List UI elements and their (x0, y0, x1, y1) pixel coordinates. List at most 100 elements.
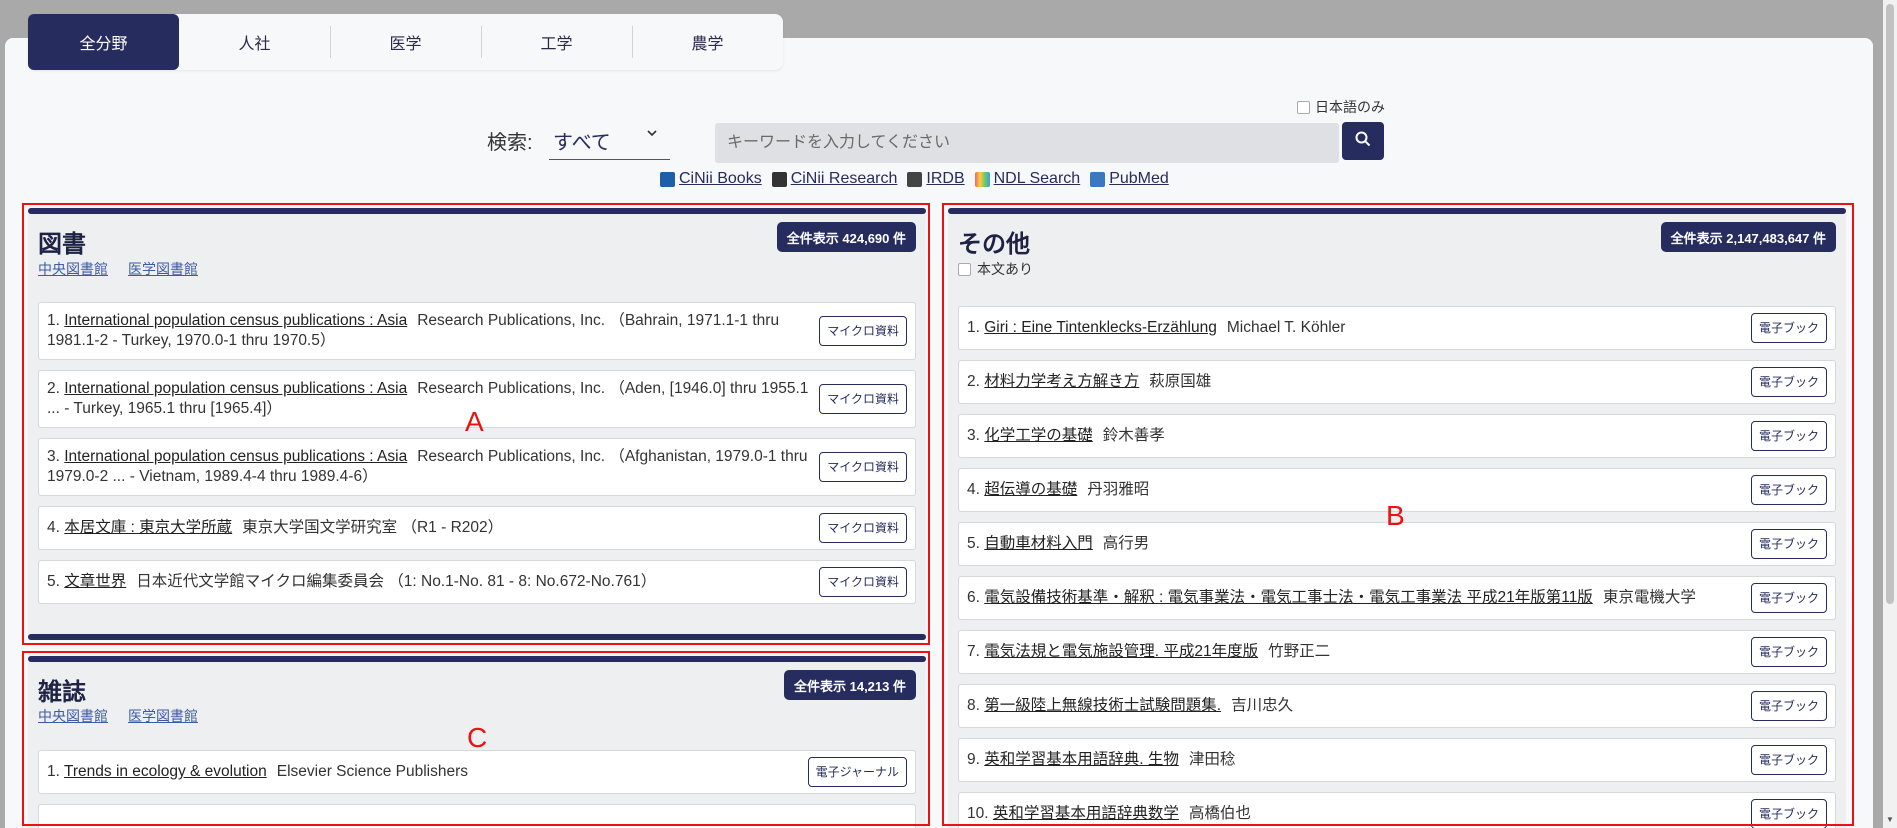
list-item: 1. Trends in ecology & evolution Elsevier… (38, 750, 916, 794)
item-title-link[interactable]: 本居文庫 : 東京大学所蔵 (64, 519, 232, 536)
item-detail: 鈴木善孝 (1102, 427, 1165, 444)
item-number: 10. (967, 805, 989, 822)
japanese-only-label: 日本語のみ (1315, 99, 1385, 115)
list-item: 4. 本居文庫 : 東京大学所蔵 東京大学国文学研究室 （R1 - R202） マ… (38, 506, 916, 550)
material-type-badge[interactable]: 電子ブック (1750, 313, 1827, 343)
page-scrollbar[interactable]: ▼ (1883, 0, 1897, 828)
search-input[interactable] (715, 123, 1339, 163)
link-cinii-research[interactable]: CiNii Research (771, 170, 897, 188)
item-title-link[interactable]: Trends in ecology & evolution (64, 763, 267, 780)
item-title-link[interactable]: 文章世界 (64, 573, 126, 590)
list-item: 6. 電気設備技術基準・解釈 : 電気事業法・電気工事士法・電気工事業法 平成2… (958, 576, 1836, 620)
tab-engineering[interactable]: 工学 (481, 14, 632, 70)
material-type-badge[interactable]: 電子ブック (1750, 691, 1827, 721)
material-type-badge[interactable]: 電子ブック (1750, 745, 1827, 775)
material-type-badge[interactable]: マイクロ資料 (819, 452, 907, 482)
item-title-link[interactable]: 英和学習基本用語辞典数学 (993, 805, 1179, 822)
item-title-link[interactable]: 化学工学の基礎 (984, 427, 1093, 444)
tab-medicine[interactable]: 医学 (330, 14, 481, 70)
books-library-links: 中央図書館 医学図書館 (38, 259, 198, 279)
material-type-badge[interactable]: 電子ブック (1750, 475, 1827, 505)
material-type-badge[interactable]: 電子ブック (1750, 421, 1827, 451)
item-number: 5. (967, 535, 980, 552)
search-button[interactable] (1342, 122, 1384, 160)
item-detail: 丹羽雅昭 (1087, 481, 1150, 498)
link-pubmed[interactable]: PubMed (1090, 170, 1169, 188)
material-type-badge[interactable]: 電子ブック (1750, 583, 1827, 613)
search-scope-select[interactable]: すべて (549, 120, 670, 160)
item-title-link[interactable]: 自動車材料入門 (984, 535, 1093, 552)
list-item: 10. 英和学習基本用語辞典数学 高橋伯也 電子ブック (958, 792, 1836, 828)
item-title-link[interactable]: 超伝導の基礎 (984, 481, 1077, 498)
item-title-link[interactable]: Giri : Eine Tintenklecks-Erzählung (984, 319, 1217, 336)
item-title-link[interactable]: International population census publicat… (64, 448, 407, 465)
item-text: 7. 電気法規と電気施設管理. 平成21年度版 竹野正二 (967, 642, 1330, 662)
item-text: 10. 英和学習基本用語辞典数学 高橋伯也 (967, 804, 1251, 824)
tab-humanities[interactable]: 人社 (179, 14, 330, 70)
annotation-label-a: A (465, 406, 484, 437)
item-title-link[interactable]: 電気法規と電気施設管理. 平成21年度版 (984, 643, 1258, 660)
panel-top-bar (28, 656, 926, 662)
link-label: NDL Search (993, 170, 1081, 187)
books-show-all-button[interactable]: 全件表示 424,690 件 (776, 222, 916, 252)
material-type-badge[interactable]: マイクロ資料 (819, 384, 907, 414)
material-type-badge[interactable]: マイクロ資料 (819, 316, 907, 346)
link-label: IRDB (926, 170, 965, 187)
link-central-library[interactable]: 中央図書館 (38, 706, 108, 726)
item-text: 4. 本居文庫 : 東京大学所蔵 東京大学国文学研究室 （R1 - R202） (47, 518, 503, 538)
item-number: 2. (967, 373, 980, 390)
material-type-badge[interactable]: 電子ジャーナル (807, 757, 907, 787)
item-detail: 竹野正二 (1268, 643, 1331, 660)
annotation-label-b: B (1386, 500, 1405, 531)
material-type-badge[interactable]: 電子ブック (1750, 529, 1827, 559)
item-number: 4. (47, 519, 60, 536)
item-number: 5. (47, 573, 60, 590)
item-text: 8. 第一級陸上無線技術士試験問題集. 吉川忠久 (967, 696, 1293, 716)
item-detail: 日本近代文学館マイクロ編集委員会 （1: No.1-No. 81 - 8: No… (136, 573, 657, 590)
checkbox-icon[interactable] (1297, 100, 1310, 114)
material-type-badge[interactable]: 電子ブック (1750, 637, 1827, 667)
tab-all[interactable]: 全分野 (28, 14, 179, 70)
panel-top-bar (948, 208, 1846, 214)
scrollbar-thumb[interactable] (1886, 4, 1894, 604)
fulltext-filter[interactable]: 本文あり (958, 259, 1033, 279)
panel-bottom-bar (28, 634, 926, 640)
others-show-all-button[interactable]: 全件表示 2,147,483,647 件 (1660, 222, 1836, 252)
category-tabs: 全分野 人社 医学 工学 農学 (28, 14, 783, 70)
material-type-badge[interactable]: 電子ブック (1750, 367, 1827, 397)
item-text: 3. International population census publi… (47, 447, 815, 487)
item-title-link[interactable]: 第一級陸上無線技術士試験問題集. (984, 697, 1221, 714)
journals-title: 雑誌 (38, 679, 86, 706)
link-cinii-books[interactable]: CiNii Books (660, 170, 762, 188)
item-title-link[interactable]: International population census publicat… (64, 312, 407, 329)
material-type-badge[interactable]: マイクロ資料 (819, 513, 907, 543)
fulltext-label: 本文あり (977, 261, 1033, 277)
link-medical-library[interactable]: 医学図書館 (128, 706, 198, 726)
material-type-badge[interactable]: 電子ブック (1750, 799, 1827, 828)
irdb-icon (907, 171, 923, 187)
scroll-down-icon[interactable]: ▼ (1886, 815, 1894, 824)
item-number: 1. (47, 763, 60, 780)
list-item: 8. 第一級陸上無線技術士試験問題集. 吉川忠久 電子ブック (958, 684, 1836, 728)
item-text: 1. Trends in ecology & evolution Elsevier… (47, 762, 468, 782)
link-ndl-search[interactable]: NDL Search (974, 170, 1081, 188)
item-text: 2. International population census publi… (47, 379, 815, 419)
item-title-link[interactable]: 材料力学考え方解き方 (984, 373, 1139, 390)
item-detail: Elsevier Science Publishers (276, 763, 468, 780)
journals-show-all-button[interactable]: 全件表示 14,213 件 (784, 670, 916, 700)
item-text: 4. 超伝導の基礎 丹羽雅昭 (967, 480, 1149, 500)
tab-agriculture[interactable]: 農学 (632, 14, 783, 70)
item-title-link[interactable]: 英和学習基本用語辞典. 生物 (984, 751, 1179, 768)
material-type-badge[interactable]: マイクロ資料 (819, 567, 907, 597)
link-medical-library[interactable]: 医学図書館 (128, 259, 198, 279)
item-text: 1. International population census publi… (47, 311, 815, 351)
external-db-links: CiNii Books CiNii Research IRDB NDL Sear… (660, 170, 1169, 188)
link-central-library[interactable]: 中央図書館 (38, 259, 108, 279)
link-irdb[interactable]: IRDB (907, 170, 965, 188)
japanese-only-checkbox[interactable]: 日本語のみ (1297, 97, 1385, 117)
checkbox-icon[interactable] (958, 262, 971, 276)
item-title-link[interactable]: 電気設備技術基準・解釈 : 電気事業法・電気工事士法・電気工事業法 平成21年版… (984, 589, 1593, 606)
item-title-link[interactable]: International population census publicat… (64, 380, 407, 397)
list-item: 5. 文章世界 日本近代文学館マイクロ編集委員会 （1: No.1-No. 81 … (38, 560, 916, 604)
item-number: 6. (967, 589, 980, 606)
